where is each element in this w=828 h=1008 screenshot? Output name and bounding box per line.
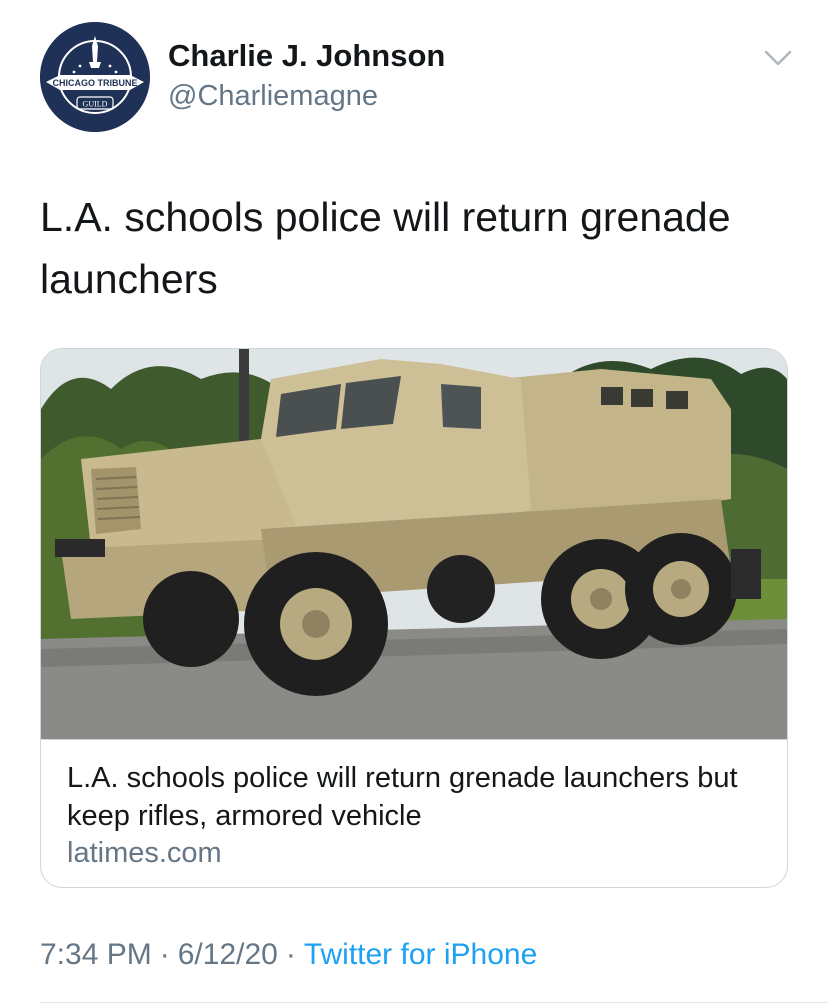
card-title: L.A. schools police will return grenade … [67, 762, 738, 832]
author-display-name[interactable]: Charlie J. Johnson [168, 38, 445, 74]
tweet-meta: 7:34 PM · 6/12/20 · Twitter for iPhone [40, 938, 537, 972]
meta-separator: · [285, 938, 296, 971]
avatar-guild-text: GUILD [83, 100, 108, 109]
chicago-tribune-guild-logo: CHICAGO TRIBUNE GUILD [40, 22, 150, 132]
meta-separator: · [159, 938, 170, 971]
tweet-source-link[interactable]: Twitter for iPhone [304, 938, 537, 971]
divider [40, 1002, 828, 1003]
author-handle[interactable]: @Charliemagne [168, 80, 378, 113]
avatar[interactable]: CHICAGO TRIBUNE GUILD [40, 22, 150, 132]
card-domain: latimes.com [67, 837, 222, 869]
armored-vehicle-photo [41, 349, 787, 740]
tweet-time[interactable]: 7:34 PM [40, 938, 152, 971]
tweet-date[interactable]: 6/12/20 [178, 938, 278, 971]
chevron-down-icon[interactable] [762, 46, 794, 70]
link-card[interactable]: L.A. schools police will return grenade … [40, 348, 788, 888]
avatar-banner-text: CHICAGO TRIBUNE [53, 78, 138, 88]
tweet-text: L.A. schools police will return grenade … [40, 194, 731, 302]
